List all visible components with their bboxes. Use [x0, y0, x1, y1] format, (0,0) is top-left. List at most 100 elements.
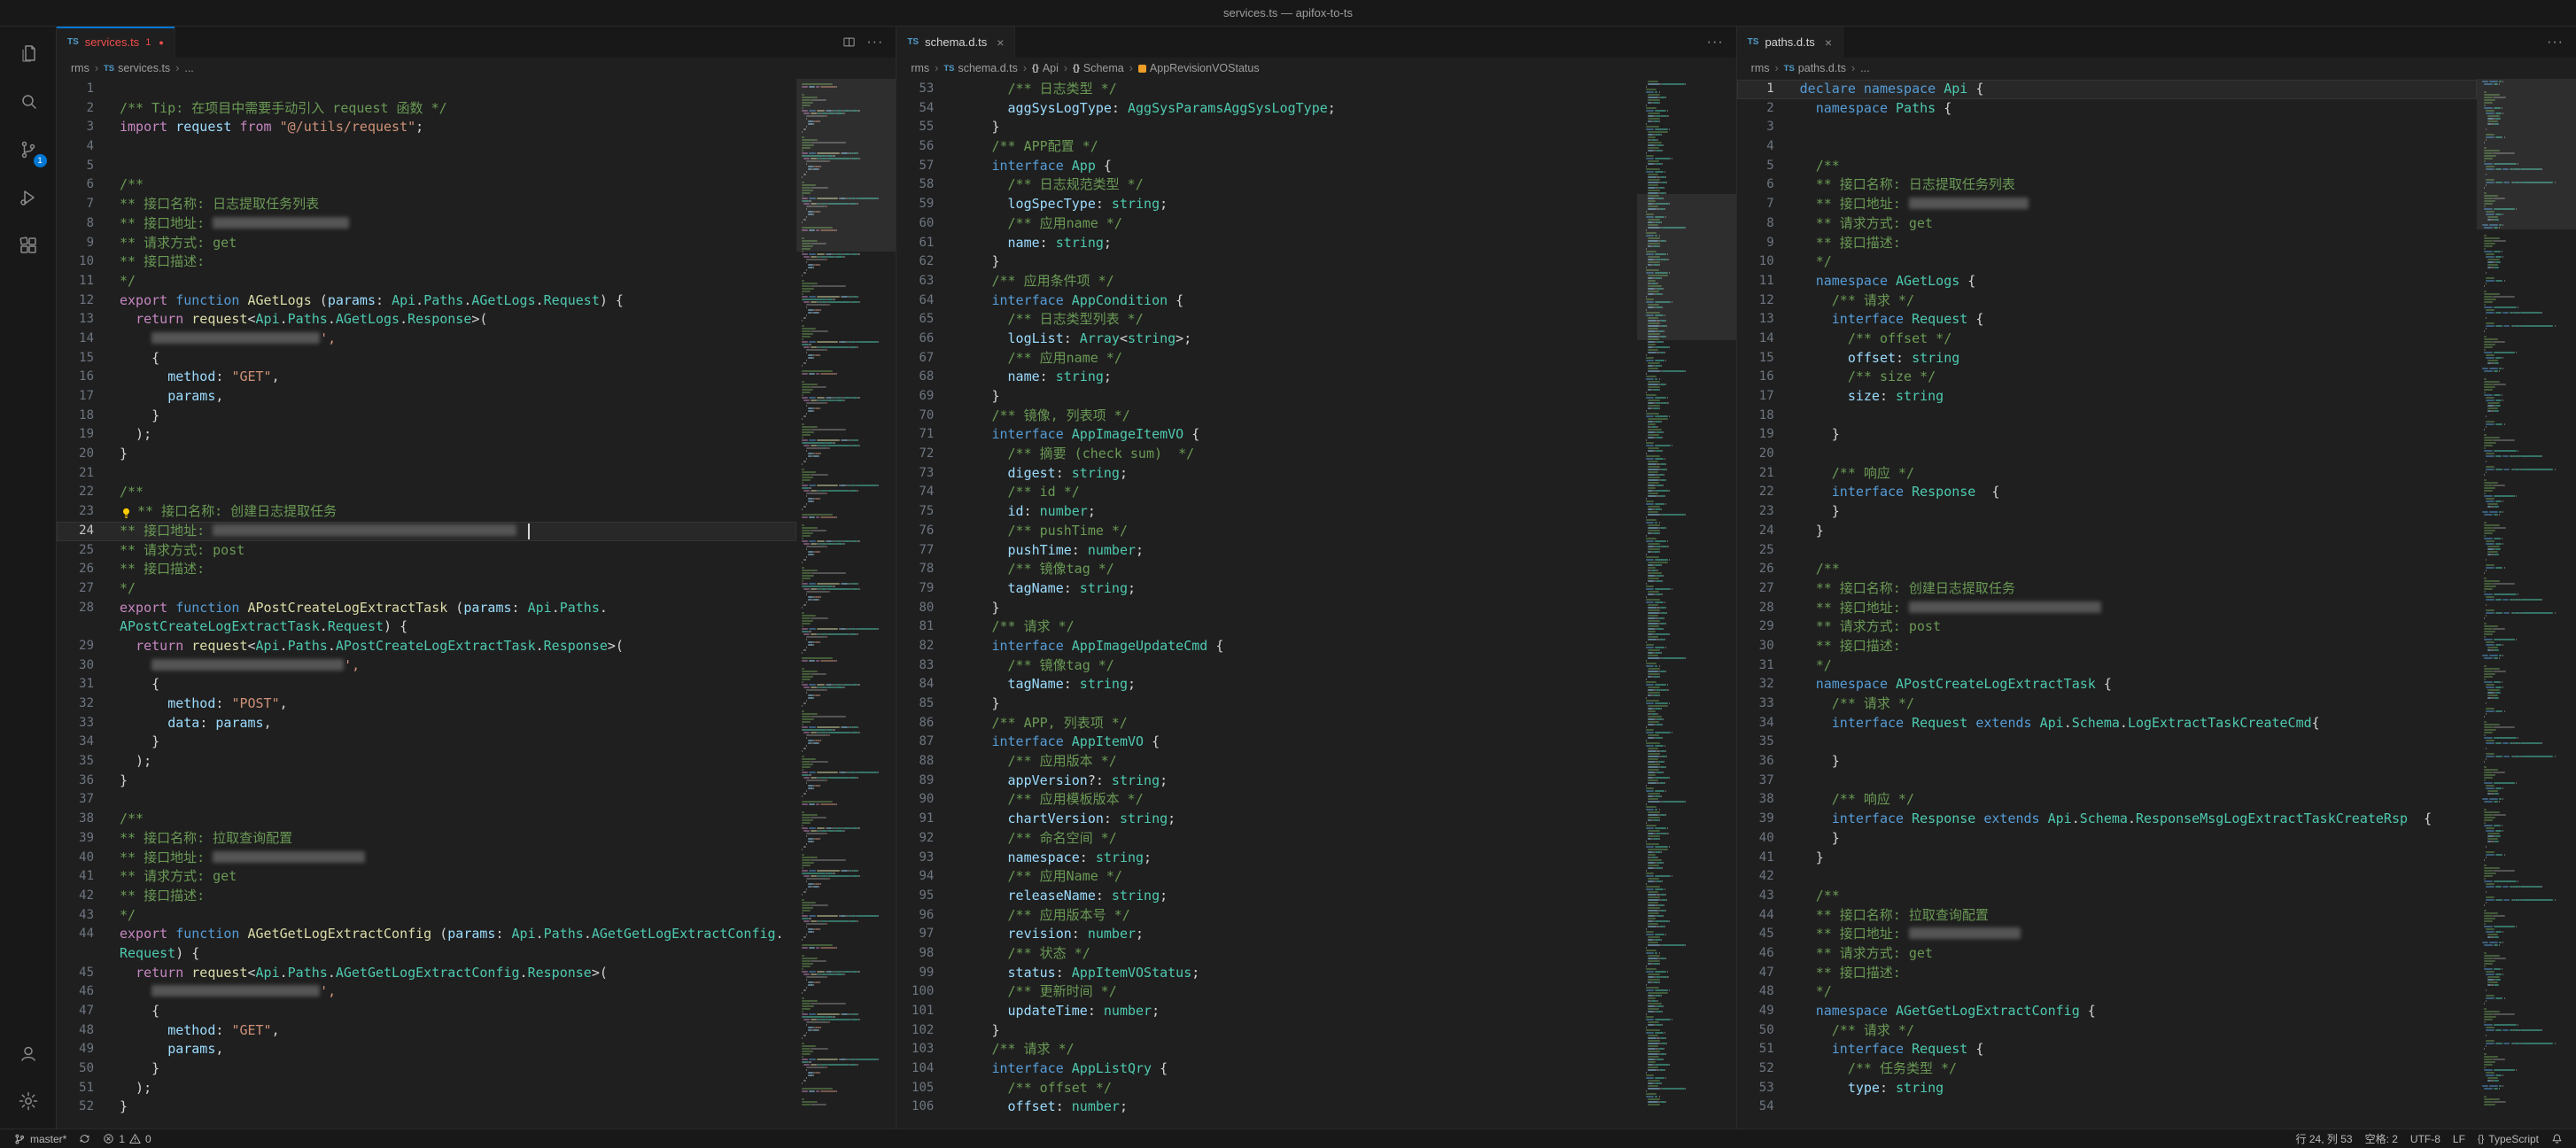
minimap-slider[interactable]: [1637, 194, 1736, 340]
line-number[interactable]: 51: [1737, 1040, 1792, 1059]
line-number[interactable]: 42: [1737, 867, 1792, 887]
line-number[interactable]: 53: [896, 80, 951, 99]
code-line[interactable]: 64 interface AppCondition {: [896, 291, 1636, 311]
code-line[interactable]: 74 /** id */: [896, 483, 1636, 502]
breadcrumb-item-paths.d.ts[interactable]: TSpaths.d.ts: [1784, 62, 1846, 74]
code-line[interactable]: 67 /** 应用name */: [896, 349, 1636, 368]
code-line[interactable]: 2/** Tip: 在项目中需要手动引入 request 函数 */: [57, 99, 796, 119]
line-number[interactable]: 6: [1737, 175, 1792, 195]
code-line[interactable]: 95 releaseName: string;: [896, 887, 1636, 906]
code-line[interactable]: 38/**: [57, 810, 796, 829]
line-number[interactable]: 18: [1737, 407, 1792, 426]
code-line[interactable]: 31 */: [1737, 656, 2477, 676]
line-number[interactable]: 37: [57, 790, 112, 810]
line-number[interactable]: 47: [1737, 964, 1792, 983]
line-number[interactable]: 21: [57, 464, 112, 484]
code-line[interactable]: 47 {: [57, 1002, 796, 1021]
line-number[interactable]: 2: [1737, 99, 1792, 119]
line-number[interactable]: 38: [57, 810, 112, 829]
code-line[interactable]: 76 /** pushTime */: [896, 522, 1636, 541]
line-number[interactable]: 32: [57, 694, 112, 714]
line-number[interactable]: 35: [57, 752, 112, 772]
line-number[interactable]: 39: [1737, 810, 1792, 829]
line-number[interactable]: 13: [57, 310, 112, 330]
line-number[interactable]: 90: [896, 790, 951, 810]
code-line[interactable]: 71 interface AppImageItemVO {: [896, 425, 1636, 445]
code-line[interactable]: 34 interface Request extends Api.Schema.…: [1737, 714, 2477, 733]
git-branch-status[interactable]: master*: [7, 1129, 73, 1148]
code-line[interactable]: 10 */: [1737, 252, 2477, 272]
line-number[interactable]: 49: [57, 1040, 112, 1059]
line-number[interactable]: 9: [57, 234, 112, 253]
line-number[interactable]: 63: [896, 272, 951, 291]
breadcrumb-item-Api[interactable]: {}Api: [1032, 62, 1059, 74]
code-line[interactable]: 80 }: [896, 599, 1636, 618]
line-number[interactable]: 74: [896, 483, 951, 502]
code-line[interactable]: 96 /** 应用版本号 */: [896, 906, 1636, 926]
line-number[interactable]: 26: [1737, 560, 1792, 579]
accounts-icon[interactable]: [0, 1029, 57, 1077]
code-line[interactable]: 55 }: [896, 118, 1636, 137]
code-line[interactable]: 11 namespace AGetLogs {: [1737, 272, 2477, 291]
code-line[interactable]: 15 {: [57, 349, 796, 368]
line-number[interactable]: 48: [57, 1021, 112, 1041]
line-number[interactable]: 55: [896, 118, 951, 137]
line-number[interactable]: 17: [57, 387, 112, 407]
line-number[interactable]: 29: [1737, 617, 1792, 637]
code-line[interactable]: 14 ',: [57, 330, 796, 349]
minimap-slider[interactable]: [2477, 79, 2576, 229]
line-number[interactable]: 103: [896, 1040, 951, 1059]
code-line[interactable]: 12 /** 请求 */: [1737, 291, 2477, 311]
line-number[interactable]: 34: [1737, 714, 1792, 733]
line-number[interactable]: 51: [57, 1079, 112, 1098]
line-number[interactable]: 71: [896, 425, 951, 445]
line-number[interactable]: 43: [1737, 887, 1792, 906]
breadcrumb-item-rms[interactable]: rms: [1751, 62, 1770, 74]
code-line[interactable]: 70 /** 镜像, 列表项 */: [896, 407, 1636, 426]
line-number[interactable]: 4: [57, 137, 112, 157]
code-line[interactable]: 75 id: number;: [896, 502, 1636, 522]
line-number[interactable]: 54: [1737, 1098, 1792, 1117]
code-line[interactable]: 27*/: [57, 579, 796, 599]
line-number[interactable]: 8: [1737, 214, 1792, 234]
code-line[interactable]: 97 revision: number;: [896, 925, 1636, 944]
line-number[interactable]: 32: [1737, 675, 1792, 694]
code-line[interactable]: 41 }: [1737, 849, 2477, 868]
code-line[interactable]: 93 namespace: string;: [896, 849, 1636, 868]
code-line[interactable]: 13 interface Request {: [1737, 310, 2477, 330]
line-number[interactable]: 19: [57, 425, 112, 445]
code-line[interactable]: 40** 接口地址:: [57, 849, 796, 868]
line-number[interactable]: 23: [1737, 502, 1792, 522]
code-line[interactable]: 32 namespace APostCreateLogExtractTask {: [1737, 675, 2477, 694]
code-line[interactable]: 39** 接口名称: 拉取查询配置: [57, 829, 796, 849]
code-line[interactable]: 20}: [57, 445, 796, 464]
code-line[interactable]: 51 interface Request {: [1737, 1040, 2477, 1059]
line-number[interactable]: 61: [896, 234, 951, 253]
line-number[interactable]: 66: [896, 330, 951, 349]
line-number[interactable]: 62: [896, 252, 951, 272]
cursor-position-status[interactable]: 行 24, 列 53: [2290, 1129, 2359, 1148]
code-line[interactable]: 33 /** 请求 */: [1737, 694, 2477, 714]
code-editor[interactable]: 53 /** 日志类型 */54 aggSysLogType: AggSysPa…: [896, 79, 1636, 1129]
code-line[interactable]: 62 }: [896, 252, 1636, 272]
line-number[interactable]: 64: [896, 291, 951, 311]
line-number[interactable]: 23: [57, 502, 112, 522]
line-number[interactable]: 83: [896, 656, 951, 676]
code-line[interactable]: 1: [57, 80, 796, 99]
line-number[interactable]: 78: [896, 560, 951, 579]
code-line[interactable]: 61 name: string;: [896, 234, 1636, 253]
code-editor[interactable]: 12/** Tip: 在项目中需要手动引入 request 函数 */3impo…: [57, 79, 796, 1129]
code-line[interactable]: 82 interface AppImageUpdateCmd {: [896, 637, 1636, 656]
line-number[interactable]: 98: [896, 944, 951, 964]
line-number[interactable]: 75: [896, 502, 951, 522]
line-number[interactable]: 24: [1737, 522, 1792, 541]
code-line[interactable]: 44 ** 接口名称: 拉取查询配置: [1737, 906, 2477, 926]
close-icon[interactable]: ×: [1825, 35, 1832, 50]
line-number[interactable]: 104: [896, 1059, 951, 1079]
line-number[interactable]: 94: [896, 867, 951, 887]
code-line[interactable]: 28export function APostCreateLogExtractT…: [57, 599, 796, 618]
code-line[interactable]: 24** 接口地址:: [57, 522, 796, 541]
code-line[interactable]: 3import request from "@/utils/request";: [57, 118, 796, 137]
code-line[interactable]: 68 name: string;: [896, 368, 1636, 387]
code-line[interactable]: 37: [57, 790, 796, 810]
